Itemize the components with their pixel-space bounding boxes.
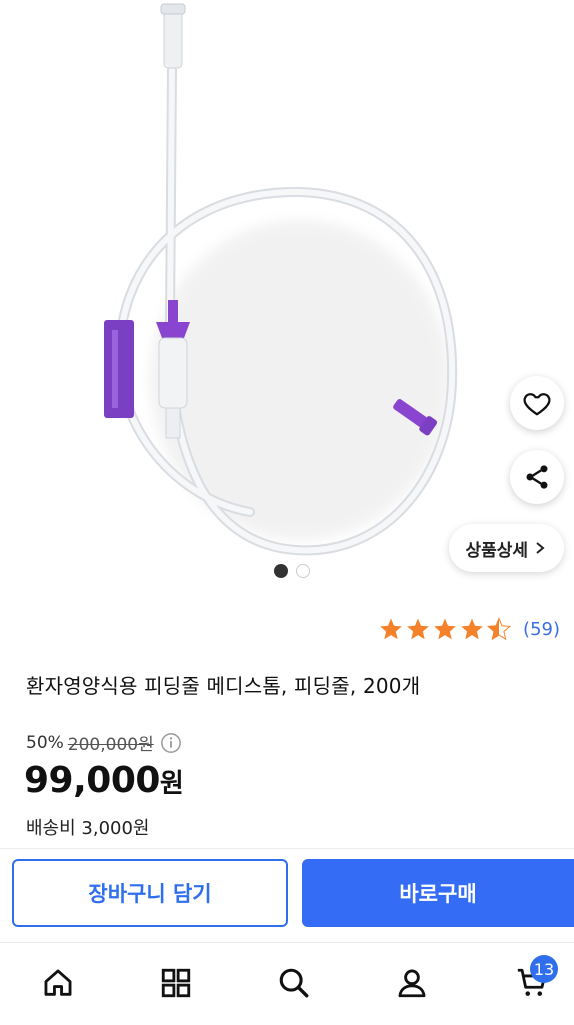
wishlist-button[interactable]: [510, 376, 564, 430]
user-icon: [398, 969, 426, 998]
category-grid-icon: [161, 968, 191, 998]
shipping-fee: 배송비 3,000원: [26, 818, 150, 839]
feeding-tube-image: [104, 3, 458, 556]
nav-search[interactable]: [274, 963, 314, 1003]
info-icon[interactable]: [160, 732, 182, 754]
review-count[interactable]: (59): [523, 619, 560, 640]
chevron-right-icon: [536, 542, 545, 554]
buy-now-button[interactable]: 바로구매: [302, 859, 574, 927]
original-price: 200,000원: [67, 735, 154, 755]
add-to-cart-button[interactable]: 장바구니 담기: [12, 859, 288, 927]
product-detail-label: 상품상세: [465, 540, 528, 561]
product-rating[interactable]: (59): [379, 616, 560, 642]
nav-home[interactable]: [38, 963, 78, 1003]
discount-rate: 50%: [26, 732, 64, 753]
star-rating-icons: [380, 618, 511, 640]
share-button[interactable]: [510, 450, 564, 504]
gallery-dot-2[interactable]: [296, 564, 310, 578]
home-icon: [44, 969, 72, 996]
gallery-dot-1[interactable]: [274, 564, 288, 578]
product-title: 환자영양식용 피딩줄 메디스톰, 피딩줄, 200개: [26, 674, 421, 698]
cart-count-badge: 13: [530, 955, 558, 983]
sale-price-number: 99,000: [24, 760, 160, 801]
heart-icon: [523, 393, 551, 416]
product-image-gallery[interactable]: [0, 0, 574, 600]
nav-category[interactable]: [156, 963, 196, 1003]
nav-my-page[interactable]: [392, 963, 432, 1003]
sale-price: 99,000원: [24, 760, 184, 801]
purchase-action-bar: 장바구니 담기 바로구매: [0, 848, 574, 941]
nav-cart[interactable]: 13: [512, 955, 558, 1003]
price-discount-row: 50% 200,000원: [26, 730, 182, 755]
bottom-navigation: 13: [0, 942, 574, 1025]
search-icon: [279, 968, 309, 998]
sale-price-unit: 원: [159, 769, 184, 799]
share-icon: [526, 465, 548, 489]
product-detail-button[interactable]: 상품상세: [449, 524, 564, 572]
gallery-pagination: [274, 564, 310, 578]
